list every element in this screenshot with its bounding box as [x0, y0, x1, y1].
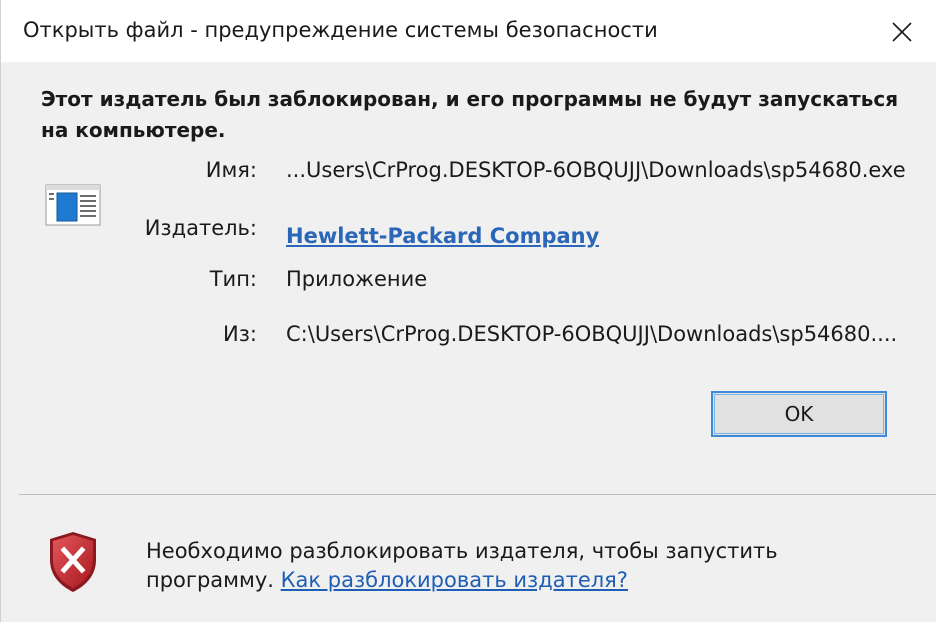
close-icon — [892, 22, 912, 42]
application-file-icon — [45, 184, 101, 226]
file-name-value: ...Users\CrProg.DESKTOP-6OBQUJJ\Download… — [286, 158, 906, 182]
publisher-label: Издатель: — [144, 216, 257, 240]
close-button[interactable] — [877, 12, 927, 52]
divider — [19, 494, 936, 495]
security-warning-dialog: Открыть файл - предупреждение системы бе… — [0, 0, 936, 622]
window-title: Открыть файл - предупреждение системы бе… — [23, 18, 658, 42]
ok-button[interactable]: OK — [711, 391, 887, 437]
title-bar[interactable]: Открыть файл - предупреждение системы бе… — [1, 0, 936, 62]
footer-message: Необходимо разблокировать издателя, чтоб… — [146, 537, 906, 595]
from-path-value: C:\Users\CrProg.DESKTOP-6OBQUJJ\Download… — [286, 322, 898, 346]
publisher-link[interactable]: Hewlett-Packard Company — [286, 224, 599, 248]
unblock-help-link[interactable]: Как разблокировать издателя? — [281, 568, 628, 592]
type-value: Приложение — [286, 267, 428, 291]
type-label: Тип: — [209, 267, 257, 291]
name-label: Имя: — [205, 158, 257, 182]
security-shield-error-icon — [47, 530, 99, 594]
warning-headline: Этот издатель был заблокирован, и его пр… — [41, 87, 899, 142]
from-label: Из: — [223, 322, 257, 346]
